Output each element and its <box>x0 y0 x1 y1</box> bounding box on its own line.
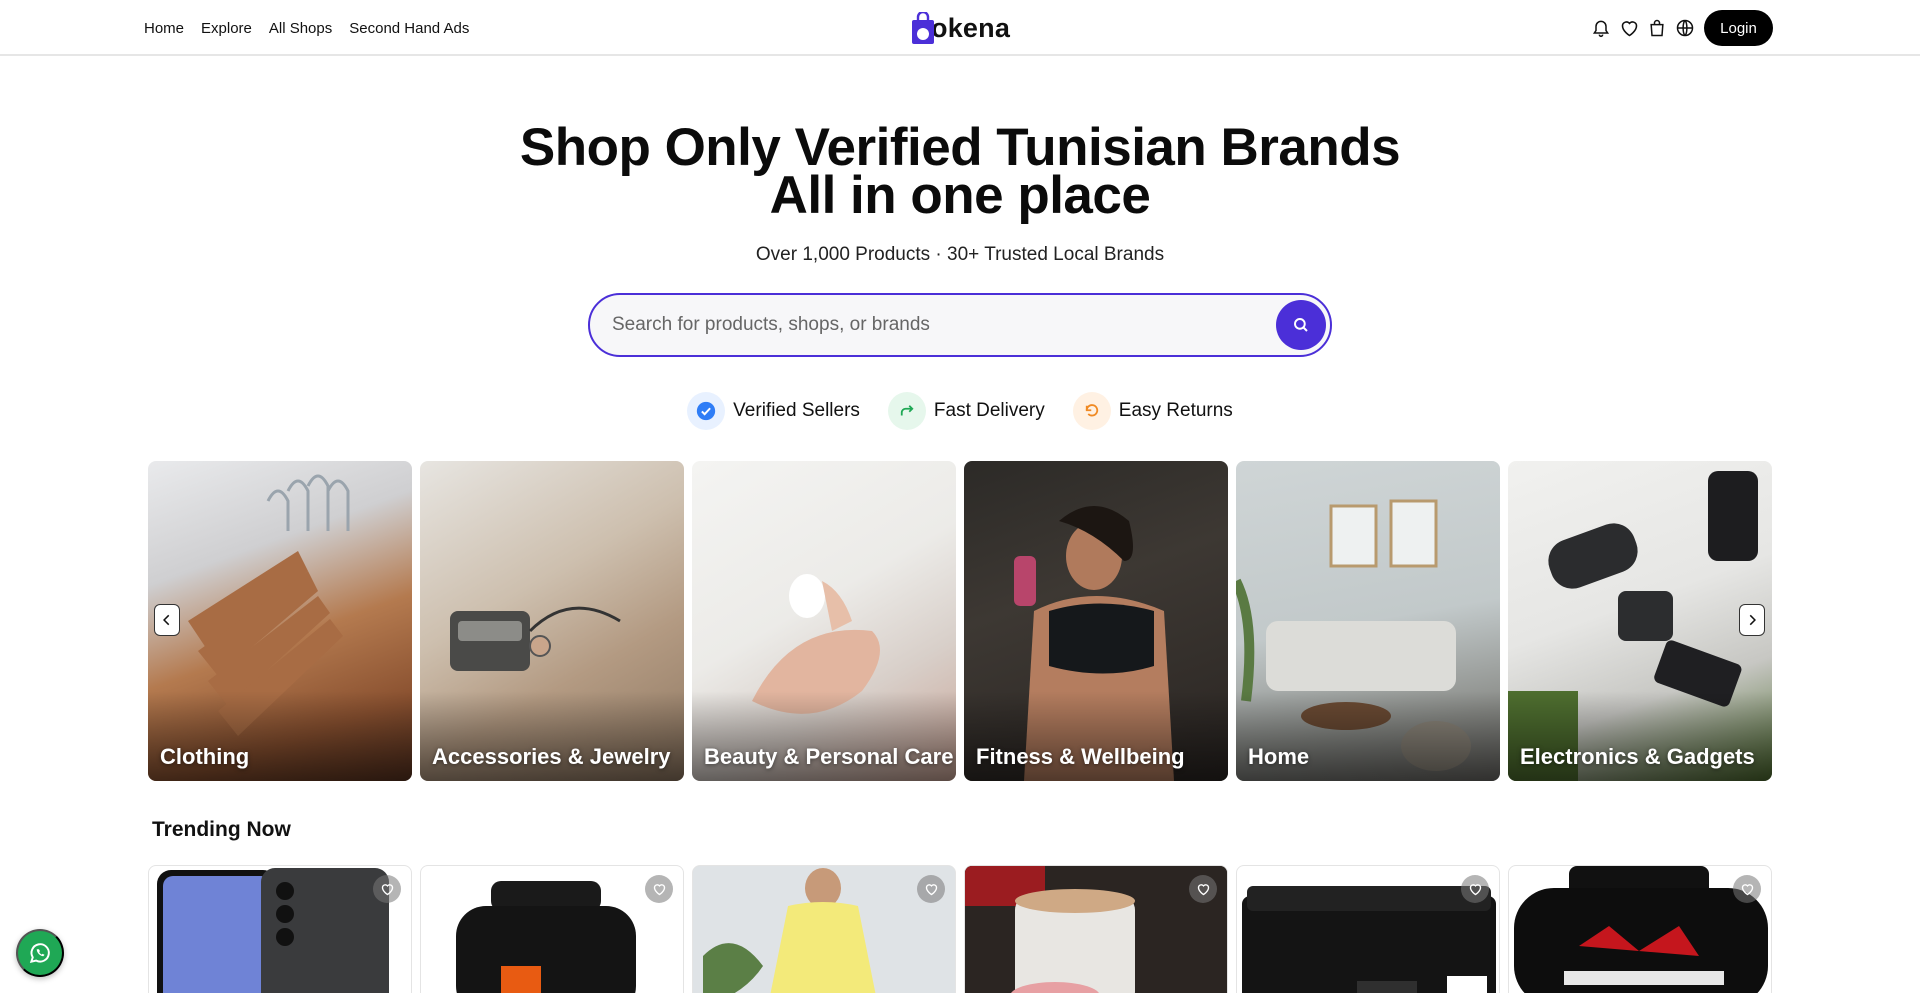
shopping-bag-icon[interactable] <box>1646 17 1668 39</box>
category-image-home <box>1236 499 1471 771</box>
product-card[interactable] <box>964 865 1228 993</box>
site-logo[interactable]: okena <box>911 10 1010 46</box>
nav-second-hand-ads-link[interactable]: Second Hand Ads <box>349 20 469 37</box>
favorite-heart-icon[interactable] <box>373 875 401 903</box>
whatsapp-chat-button[interactable] <box>16 929 64 977</box>
product-card[interactable] <box>420 865 684 993</box>
feature-fast-delivery: Fast Delivery <box>887 391 1045 431</box>
feature-highlights: Verified Sellers Fast Delivery Easy Retu… <box>0 391 1920 431</box>
search-bar <box>588 293 1332 357</box>
return-icon <box>1072 392 1111 430</box>
category-image-fitness <box>1014 506 1174 781</box>
logo-text: okena <box>931 12 1011 43</box>
carousel-next-button[interactable] <box>1739 604 1765 636</box>
category-image-electronics <box>1508 471 1758 781</box>
trending-section-title: Trending Now <box>152 818 291 841</box>
category-label: Electronics & Gadgets <box>1520 744 1755 769</box>
category-label: Home <box>1248 744 1310 769</box>
category-card-clothing[interactable]: Clothing <box>148 461 412 781</box>
favorite-heart-icon[interactable] <box>1189 875 1217 903</box>
feature-label: Easy Returns <box>1118 400 1233 421</box>
favorite-heart-icon[interactable] <box>917 875 945 903</box>
search-icon <box>1294 318 1308 332</box>
globe-icon[interactable] <box>1674 17 1696 39</box>
category-card-beauty-personal-care[interactable]: Beauty & Personal Care <box>692 461 956 781</box>
hero-title-line-2: All in one place <box>769 166 1151 225</box>
favorite-heart-icon[interactable] <box>645 875 673 903</box>
main-nav: Home Explore All Shops Second Hand Ads <box>144 0 469 56</box>
category-label: Accessories & Jewelry <box>432 744 671 769</box>
heart-icon[interactable] <box>1618 17 1640 39</box>
chevron-right-icon <box>1749 614 1756 626</box>
feature-verified-sellers: Verified Sellers <box>687 391 860 431</box>
product-card[interactable] <box>692 865 956 993</box>
category-label: Fitness & Wellbeing <box>976 744 1185 769</box>
search-input[interactable] <box>612 295 1252 355</box>
hero-subtitle: Over 1,000 Products · 30+ Trusted Local … <box>755 244 1165 265</box>
category-card-fitness-wellbeing[interactable]: Fitness & Wellbeing <box>964 461 1228 781</box>
product-card[interactable] <box>148 865 412 993</box>
category-card-electronics-gadgets[interactable]: Electronics & Gadgets <box>1508 461 1772 781</box>
login-button[interactable]: Login <box>1704 10 1773 46</box>
trending-products <box>148 865 1773 993</box>
whatsapp-icon <box>29 943 50 963</box>
nav-home-link[interactable]: Home <box>144 20 184 37</box>
category-image-clothing <box>188 474 350 736</box>
feature-label: Fast Delivery <box>933 400 1045 421</box>
shopping-bag-logo-icon <box>911 10 935 44</box>
category-card-accessories-jewelry[interactable]: Accessories & Jewelry <box>420 461 684 781</box>
category-label: Clothing <box>160 744 250 769</box>
check-badge-icon <box>687 392 726 430</box>
favorite-heart-icon[interactable] <box>1461 875 1489 903</box>
favorite-heart-icon[interactable] <box>1733 875 1761 903</box>
chevron-left-icon <box>163 614 170 626</box>
category-card-home[interactable]: Home <box>1236 461 1500 781</box>
category-label: Beauty & Personal Care <box>704 744 954 769</box>
product-card[interactable] <box>1236 865 1500 993</box>
bell-icon[interactable] <box>1590 17 1612 39</box>
category-image-accessories <box>450 606 621 671</box>
forward-arrow-icon <box>887 392 926 430</box>
search-button[interactable] <box>1276 300 1326 350</box>
header-actions: Login <box>1590 10 1773 46</box>
feature-label: Verified Sellers <box>733 400 860 421</box>
category-carousel: Clothing Accessories & Jewelry Beauty & … <box>148 461 1773 781</box>
nav-all-shops-link[interactable]: All Shops <box>269 20 332 37</box>
hero-title: Shop Only Verified Tunisian Brands All i… <box>0 121 1920 222</box>
category-image-beauty <box>752 574 880 714</box>
top-header: Home Explore All Shops Second Hand Ads o… <box>0 0 1920 56</box>
nav-explore-link[interactable]: Explore <box>201 20 252 37</box>
feature-easy-returns: Easy Returns <box>1072 391 1233 431</box>
carousel-prev-button[interactable] <box>154 604 180 636</box>
product-card[interactable] <box>1508 865 1772 993</box>
